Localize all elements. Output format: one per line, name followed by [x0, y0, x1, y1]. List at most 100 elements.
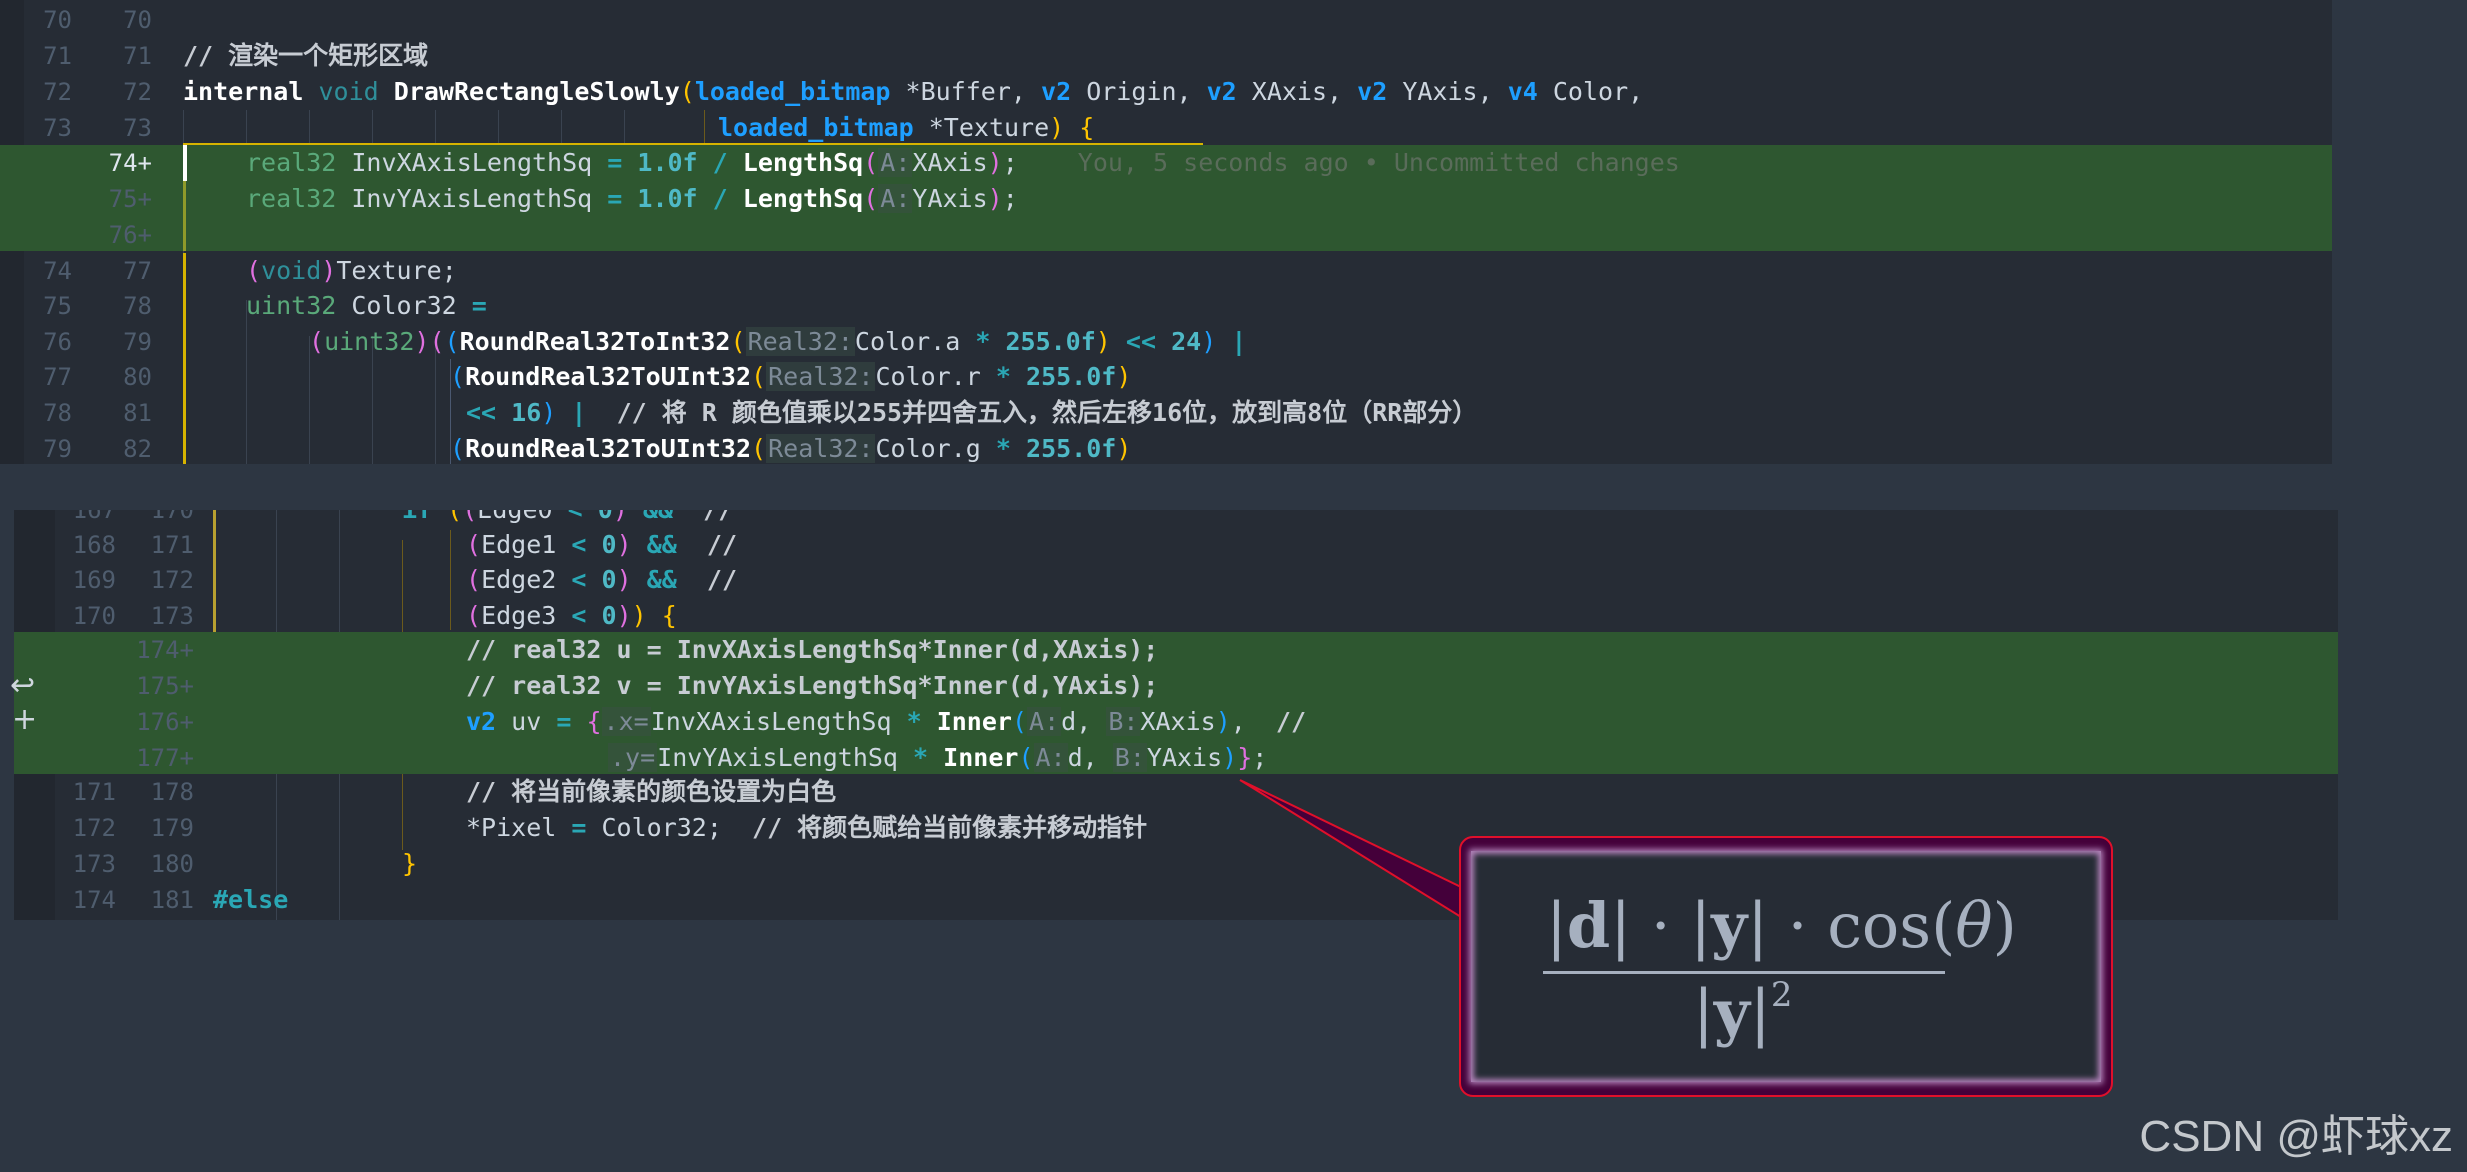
- code-line-added[interactable]: 76+: [0, 217, 2332, 251]
- code-line[interactable]: 75 78 uint32 Color32 =: [0, 288, 2332, 324]
- indent-guide: [561, 110, 562, 144]
- code-line[interactable]: 73 73 loaded_bitmap *Texture) {: [0, 110, 2332, 146]
- code-text: (uint32)((RoundReal32ToInt32(Real32:Colo…: [309, 327, 1247, 356]
- code-text: internal void DrawRectangleSlowly(loaded…: [183, 77, 1644, 106]
- code-line-added[interactable]: 74+ real32 InvXAxisLengthSq = 1.0f / Len…: [0, 145, 2332, 181]
- line-number-old: 173: [72, 850, 116, 878]
- code-line-added[interactable]: 177+ .y=InvYAxisLengthSq * Inner(A:d, B:…: [14, 740, 2338, 774]
- formula-numerator: |d| · |y| · cos(θ): [1546, 889, 2017, 962]
- line-number-new: 175+: [136, 672, 194, 700]
- indent-guide: [183, 110, 184, 144]
- formula-callout: |d| · |y| · cos(θ) |y|2: [1459, 836, 2113, 1097]
- code-line[interactable]: 167 170 if ((Edge0 < 0) && //: [14, 510, 2338, 528]
- csdn-watermark: CSDN @虾球xz: [2139, 1112, 2453, 1161]
- code-text: v2 uv = {.x=InvXAxisLengthSq * Inner(A:d…: [466, 707, 1307, 736]
- code-text: << 16) | // 将 R 颜色值乘以255并四舍五入，然后左移16位，放到…: [466, 398, 1478, 427]
- code-line-added[interactable]: 175+ // real32 v = InvYAxisLengthSq*Inne…: [14, 668, 2338, 704]
- code-line-added[interactable]: 174+ // real32 u = InvXAxisLengthSq*Inne…: [14, 632, 2338, 668]
- line-number-new: 176+: [136, 708, 194, 736]
- code-line[interactable]: 76 79 (uint32)((RoundReal32ToInt32(Real3…: [0, 324, 2332, 360]
- code-text: (RoundReal32ToUInt32(Real32:Color.r * 25…: [450, 362, 1132, 391]
- line-number-new: 73: [123, 114, 152, 142]
- indent-guide: [246, 110, 247, 144]
- line-number-new: 172: [150, 566, 194, 594]
- indent-guide: [450, 359, 451, 464]
- line-number-old: 72: [43, 78, 72, 106]
- code-text: (Edge1 < 0) && //: [466, 530, 738, 559]
- line-number-old: 73: [43, 114, 72, 142]
- line-number-old: 171: [72, 778, 116, 806]
- line-number-old: 74: [43, 257, 72, 285]
- code-text: .y=InvYAxisLengthSq * Inner(A:d, B:YAxis…: [608, 743, 1268, 772]
- code-line[interactable]: 72 72 internal void DrawRectangleSlowly(…: [0, 74, 2332, 110]
- code-text: (Edge2 < 0) && //: [466, 565, 738, 594]
- line-number-new: 171: [150, 531, 194, 559]
- line-number-new: 178: [150, 778, 194, 806]
- code-line[interactable]: 170 173 (Edge3 < 0)) {: [14, 598, 2338, 634]
- line-number-old: 170: [72, 602, 116, 630]
- fraction-bar: [1543, 971, 1945, 974]
- line-number-new: 173: [150, 602, 194, 630]
- line-number-new: 174+: [136, 636, 194, 664]
- add-icon[interactable]: +: [12, 702, 37, 737]
- code-comment: // 将当前像素的颜色设置为白色: [466, 777, 837, 806]
- code-text: *Pixel = Color32; // 将颜色赋给当前像素并移动指针: [466, 813, 1148, 842]
- line-number-new: 70: [123, 6, 152, 34]
- line-number-new: 74+: [108, 149, 152, 177]
- line-number-new: 179: [150, 814, 194, 842]
- code-text: real32 InvYAxisLengthSq = 1.0f / LengthS…: [246, 184, 1018, 213]
- preprocessor-directive: #else: [213, 885, 289, 914]
- code-line[interactable]: 169 172 (Edge2 < 0) && //: [14, 562, 2338, 598]
- line-number-new: 76+: [108, 221, 152, 249]
- line-number-new: 180: [150, 850, 194, 878]
- added-bar: [183, 181, 186, 251]
- line-number-new: 79: [123, 328, 152, 356]
- line-number-new: 177+: [136, 744, 194, 772]
- line-number-old: 71: [43, 42, 72, 70]
- code-text: uint32 Color32 =: [246, 291, 487, 320]
- line-number-new: 78: [123, 292, 152, 320]
- closing-brace: }: [402, 849, 418, 878]
- line-number-old: 167: [72, 510, 116, 524]
- indent-guide: [624, 110, 625, 144]
- code-line-added[interactable]: 75+ real32 InvYAxisLengthSq = 1.0f / Len…: [0, 181, 2332, 217]
- code-line[interactable]: 79 82 (RoundReal32ToUInt32(Real32:Color.…: [0, 431, 2332, 464]
- indent-guide: [435, 110, 436, 144]
- line-number-new: 170: [150, 510, 194, 524]
- formula-denominator: |y|2: [1693, 975, 1793, 1049]
- line-number-new: 82: [123, 435, 152, 463]
- line-number-old: 168: [72, 531, 116, 559]
- code-line[interactable]: 171 178 // 将当前像素的颜色设置为白色: [14, 774, 2338, 810]
- code-text: (RoundReal32ToUInt32(Real32:Color.g * 25…: [450, 434, 1132, 463]
- line-number-new: 72: [123, 78, 152, 106]
- line-number-old: 78: [43, 399, 72, 427]
- line-number-new: 75+: [108, 185, 152, 213]
- code-line-added[interactable]: 176+ v2 uv = {.x=InvXAxisLengthSq * Inne…: [14, 704, 2338, 740]
- editor-panel-top: 70 70 71 71 // 渲染一个矩形区域 72 72 internal v…: [0, 0, 2332, 464]
- code-text: (void)Texture;: [246, 256, 457, 285]
- undo-icon[interactable]: ↩: [10, 668, 35, 703]
- line-number-old: 70: [43, 6, 72, 34]
- code-line[interactable]: 70 70: [0, 2, 2332, 38]
- code-text: if ((Edge0 < 0) && //: [402, 510, 733, 528]
- line-number-new: 181: [150, 886, 194, 914]
- line-number-new: 80: [123, 363, 152, 391]
- line-number-new: 81: [123, 399, 152, 427]
- indent-guide: [498, 110, 499, 144]
- code-comment: // real32 v = InvYAxisLengthSq*Inner(d,Y…: [466, 671, 1159, 700]
- indent-guide: [372, 110, 373, 144]
- code-line[interactable]: 74 77 (void)Texture;: [0, 253, 2332, 289]
- indent-guide: [704, 110, 705, 144]
- git-blame-annotation: You, 5 seconds ago • Uncommitted changes: [1077, 148, 1680, 177]
- line-number-old: 75: [43, 292, 72, 320]
- line-number-old: 174: [72, 886, 116, 914]
- line-number-old: 79: [43, 435, 72, 463]
- code-text: (Edge3 < 0)) {: [466, 601, 677, 630]
- text-cursor: [183, 145, 187, 181]
- code-line[interactable]: 78 81 << 16) | // 将 R 颜色值乘以255并四舍五入，然后左移…: [0, 395, 2332, 431]
- matching-brace: {: [1079, 113, 1095, 142]
- line-number-old: 77: [43, 363, 72, 391]
- code-line[interactable]: 71 71 // 渲染一个矩形区域: [0, 38, 2332, 74]
- code-line[interactable]: 168 171 (Edge1 < 0) && //: [14, 527, 2338, 563]
- code-line[interactable]: 77 80 (RoundReal32ToUInt32(Real32:Color.…: [0, 359, 2332, 395]
